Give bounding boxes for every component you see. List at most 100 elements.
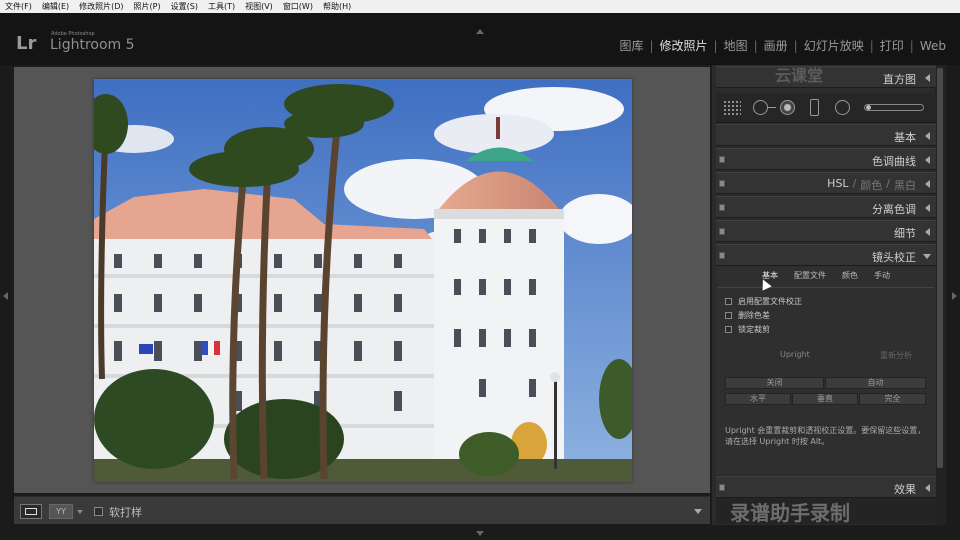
right-panel-scroll-thumb[interactable]	[937, 68, 943, 468]
toolbar: YY 软打样	[14, 496, 710, 524]
checkbox-box[interactable]	[725, 298, 732, 305]
checkbox-label: 锁定裁剪	[738, 325, 770, 334]
menu-bar: 文件(F) 编辑(E) 修改照片(D) 照片(P) 设置(S) 工具(T) 视图…	[0, 0, 960, 13]
panel-switch-icon[interactable]	[719, 252, 725, 259]
adjustment-brush-icon[interactable]	[864, 104, 924, 111]
upright-full-button[interactable]: 完全	[859, 393, 926, 405]
upright-off-button[interactable]: 关闭	[725, 377, 824, 389]
lens-tab-color[interactable]: 颜色	[834, 268, 866, 284]
checkbox-label: 删除色差	[738, 311, 770, 320]
photo-canvas[interactable]	[14, 67, 710, 493]
before-after-dropdown-icon[interactable]	[77, 510, 83, 514]
panel-lens-corrections[interactable]: 镜头校正	[716, 244, 936, 266]
tab-separator: /	[852, 177, 857, 190]
panel-title: 分离色调	[872, 203, 916, 216]
menu-help[interactable]: 帮助(H)	[318, 0, 356, 13]
panel-title-hsl: HSL / 颜色 / 黑白	[827, 177, 916, 193]
panel-collapse-icon	[925, 204, 930, 212]
panel-effects[interactable]: 效果	[716, 476, 936, 498]
panel-switch-icon[interactable]	[719, 204, 725, 211]
panel-title: 细节	[894, 227, 916, 240]
menu-settings[interactable]: 设置(S)	[166, 0, 203, 13]
checkbox-box[interactable]	[725, 326, 732, 333]
panel-collapse-icon	[925, 156, 930, 164]
upright-level-button[interactable]: 水平	[725, 393, 791, 405]
bw-tab[interactable]: 黑白	[894, 177, 916, 193]
color-tab[interactable]: 颜色	[860, 177, 882, 193]
loupe-view-button[interactable]	[20, 504, 42, 519]
module-map[interactable]: 地图	[718, 37, 754, 54]
app-logo: Lr	[16, 33, 37, 54]
panel-hsl[interactable]: HSL / 颜色 / 黑白	[716, 172, 936, 194]
spot-removal-handle	[768, 107, 776, 108]
menu-window[interactable]: 窗口(W)	[278, 0, 318, 13]
panel-title: 基本	[894, 131, 916, 144]
enable-profile-checkbox[interactable]: 启用配置文件校正	[725, 296, 802, 307]
graduated-filter-icon[interactable]	[810, 99, 819, 116]
divider	[718, 287, 934, 288]
upright-auto-button[interactable]: 自动	[825, 377, 926, 389]
lens-tab-manual[interactable]: 手动	[866, 268, 898, 284]
module-web[interactable]: Web	[914, 39, 952, 53]
panel-collapse-icon	[925, 228, 930, 236]
menu-photo[interactable]: 照片(P)	[129, 0, 166, 13]
module-develop[interactable]: 修改照片	[654, 37, 714, 54]
hsl-tab[interactable]: HSL	[827, 177, 848, 193]
watermark-top: 云课堂	[775, 66, 824, 85]
menu-tools[interactable]: 工具(T)	[203, 0, 240, 13]
panel-title: 效果	[894, 483, 916, 496]
panel-collapse-icon	[925, 132, 930, 140]
panel-title: 直方图	[883, 73, 916, 86]
panel-histogram[interactable]: 直方图	[716, 66, 936, 88]
radial-filter-icon[interactable]	[835, 100, 850, 115]
panel-collapse-icon	[925, 484, 930, 492]
panel-detail[interactable]: 细节	[716, 220, 936, 242]
tab-separator: /	[886, 177, 890, 190]
module-picker: 图库 | 修改照片 | 地图 | 画册 | 幻灯片放映 | 打印 | Web	[613, 37, 952, 54]
constrain-crop-checkbox[interactable]: 锁定裁剪	[725, 324, 770, 335]
left-panel-toggle-icon[interactable]	[3, 292, 8, 300]
loupe-icon	[25, 508, 37, 515]
softproof-checkbox[interactable]	[94, 507, 103, 516]
toolbar-menu-icon[interactable]	[694, 509, 702, 514]
lens-tab-profile[interactable]: 配置文件	[786, 268, 834, 284]
upright-vertical-button[interactable]: 垂直	[792, 393, 858, 405]
panel-title: 镜头校正	[872, 251, 916, 264]
lens-tabs: 基本 配置文件 颜色 手动	[716, 268, 936, 284]
module-slideshow[interactable]: 幻灯片放映	[798, 37, 870, 54]
spot-removal-icon[interactable]	[753, 100, 768, 115]
module-book[interactable]: 画册	[758, 37, 794, 54]
panel-split-toning[interactable]: 分离色调	[716, 196, 936, 218]
brush-dot-icon	[866, 105, 871, 110]
panel-switch-icon[interactable]	[719, 156, 725, 163]
upright-note: Upright 会重置裁剪和透视校正设置。要保留这些设置，请在选择 Uprigh…	[725, 426, 926, 446]
remove-ca-checkbox[interactable]: 删除色差	[725, 310, 770, 321]
panel-switch-icon[interactable]	[719, 180, 725, 187]
checkbox-box[interactable]	[725, 312, 732, 319]
filmstrip-toggle-icon[interactable]	[476, 531, 484, 536]
photo-image[interactable]	[94, 79, 632, 482]
red-eye-icon[interactable]	[780, 100, 795, 115]
menu-edit[interactable]: 编辑(E)	[37, 0, 74, 13]
menu-file[interactable]: 文件(F)	[0, 0, 37, 13]
panel-basic[interactable]: 基本	[716, 124, 936, 146]
before-after-button[interactable]: YY	[49, 504, 73, 519]
softproof-label: 软打样	[109, 506, 142, 519]
upright-label: Upright	[780, 350, 810, 359]
panel-title: 色调曲线	[872, 155, 916, 168]
panel-tone-curve[interactable]: 色调曲线	[716, 148, 936, 170]
crop-overlay-icon[interactable]	[723, 100, 741, 116]
right-panel-toggle-icon[interactable]	[952, 292, 957, 300]
reanalyze-button[interactable]: 重新分析	[880, 350, 912, 361]
tool-strip	[716, 93, 936, 123]
panel-collapse-icon	[925, 74, 930, 82]
menu-view[interactable]: 视图(V)	[240, 0, 278, 13]
panel-collapse-icon	[925, 180, 930, 188]
module-print[interactable]: 打印	[874, 37, 910, 54]
collapse-top-arrow-icon[interactable]	[476, 29, 484, 34]
menu-develop[interactable]: 修改照片(D)	[74, 0, 128, 13]
module-library[interactable]: 图库	[613, 37, 649, 54]
panel-switch-icon[interactable]	[719, 484, 725, 491]
panel-switch-icon[interactable]	[719, 228, 725, 235]
watermark-bottom: 录谱助手录制	[730, 501, 850, 525]
